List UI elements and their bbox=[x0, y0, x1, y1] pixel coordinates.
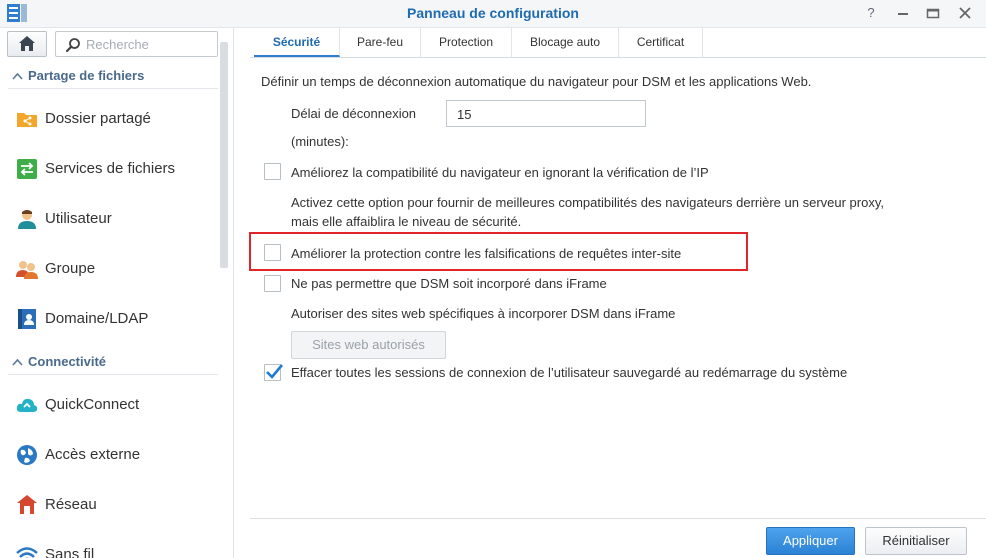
timeout-input[interactable]: 15 bbox=[446, 100, 646, 127]
iframe-block-checkbox[interactable] bbox=[264, 275, 281, 292]
group-icon bbox=[16, 261, 38, 279]
sidebar-item-label: Domaine/LDAP bbox=[45, 310, 149, 327]
minimize-icon[interactable] bbox=[893, 3, 913, 23]
sidebar: Recherche Partage de fichiers Dossier pa… bbox=[0, 28, 234, 558]
sidebar-item-file-services[interactable]: Services de fichiers bbox=[0, 149, 220, 189]
allowed-sites-button[interactable]: Sites web autorisés bbox=[291, 331, 446, 359]
window-title: Panneau de configuration bbox=[407, 5, 579, 21]
title-bar: Panneau de configuration ? bbox=[0, 0, 986, 28]
sidebar-item-wireless[interactable]: Sans fil bbox=[0, 535, 220, 558]
home-icon bbox=[19, 36, 35, 51]
tab-securite[interactable]: Sécurité bbox=[254, 28, 340, 57]
sidebar-item-label: Utilisateur bbox=[45, 210, 112, 227]
maximize-icon[interactable] bbox=[923, 3, 943, 23]
clear-sessions-checkbox[interactable] bbox=[264, 364, 283, 381]
section-label: Partage de fichiers bbox=[28, 68, 145, 83]
sidebar-item-group[interactable]: Groupe bbox=[0, 249, 220, 289]
shared-folder-icon bbox=[17, 113, 37, 127]
ip-compat-note-line2: mais elle affaiblira le niveau de sécuri… bbox=[291, 214, 522, 229]
help-icon[interactable]: ? bbox=[861, 3, 881, 23]
search-input[interactable]: Recherche bbox=[55, 31, 218, 57]
checkmark-icon bbox=[266, 364, 283, 379]
file-services-icon bbox=[17, 159, 37, 179]
chevron-up-icon bbox=[12, 354, 28, 369]
section-connectivity[interactable]: Connectivité bbox=[12, 354, 106, 369]
sidebar-item-label: Sans fil bbox=[45, 546, 95, 558]
sidebar-item-quickconnect[interactable]: QuickConnect bbox=[0, 385, 220, 425]
sidebar-item-label: Groupe bbox=[45, 260, 96, 277]
wireless-icon bbox=[16, 547, 38, 558]
sidebar-item-label: QuickConnect bbox=[45, 396, 140, 413]
external-access-icon bbox=[17, 445, 37, 465]
reset-button[interactable]: Réinitialiser bbox=[865, 527, 967, 555]
divider bbox=[8, 88, 218, 89]
sidebar-item-external-access[interactable]: Accès externe bbox=[0, 435, 220, 475]
ip-compat-note-line1: Activez cette option pour fournir de mei… bbox=[291, 195, 884, 210]
sidebar-item-domain-ldap[interactable]: Domaine/LDAP bbox=[0, 299, 220, 339]
ip-compat-checkbox[interactable] bbox=[264, 163, 281, 180]
footer-divider bbox=[250, 518, 986, 519]
iframe-allow-note: Autoriser des sites web spécifiques à in… bbox=[291, 306, 676, 321]
sidebar-item-label: Réseau bbox=[45, 496, 97, 513]
user-icon bbox=[18, 210, 36, 229]
search-icon bbox=[65, 38, 80, 53]
tab-protection[interactable]: Protection bbox=[421, 28, 512, 57]
tab-certificat[interactable]: Certificat bbox=[619, 28, 703, 57]
tab-blocage-auto[interactable]: Blocage auto bbox=[512, 28, 619, 57]
csrf-protection-label[interactable]: Améliorer la protection contre les falsi… bbox=[291, 246, 681, 261]
apply-button[interactable]: Appliquer bbox=[766, 527, 855, 555]
iframe-block-label[interactable]: Ne pas permettre que DSM soit incorporé … bbox=[291, 276, 607, 291]
clear-sessions-label[interactable]: Effacer toutes les sessions de connexion… bbox=[291, 365, 847, 380]
timeout-intro-text: Définir un temps de déconnexion automati… bbox=[261, 74, 812, 89]
sidebar-item-label: Accès externe bbox=[45, 446, 141, 463]
close-icon[interactable] bbox=[955, 3, 975, 23]
sidebar-item-label: Services de fichiers bbox=[45, 160, 176, 177]
sidebar-scrollbar[interactable] bbox=[220, 42, 228, 268]
tab-pare-feu[interactable]: Pare-feu bbox=[340, 28, 421, 57]
timeout-input-value: 15 bbox=[457, 107, 472, 122]
search-placeholder: Recherche bbox=[86, 37, 149, 52]
tab-bar: Sécurité Pare-feu Protection Blocage aut… bbox=[250, 28, 986, 58]
sidebar-item-label: Dossier partagé bbox=[45, 110, 151, 127]
csrf-protection-checkbox[interactable] bbox=[264, 244, 281, 261]
timeout-label: Délai de déconnexion bbox=[291, 106, 417, 121]
divider bbox=[8, 374, 218, 375]
section-file-sharing[interactable]: Partage de fichiers bbox=[12, 68, 144, 83]
timeout-unit-label: (minutes): bbox=[291, 134, 349, 149]
network-icon bbox=[17, 495, 37, 514]
quickconnect-icon bbox=[16, 398, 38, 412]
domain-ldap-icon bbox=[18, 309, 36, 329]
chevron-up-icon bbox=[12, 68, 28, 83]
sidebar-item-user[interactable]: Utilisateur bbox=[0, 199, 220, 239]
ip-compat-label[interactable]: Améliorez la compatibilité du navigateur… bbox=[291, 165, 709, 180]
sidebar-item-network[interactable]: Réseau bbox=[0, 485, 220, 525]
sidebar-item-shared-folder[interactable]: Dossier partagé bbox=[0, 99, 220, 139]
home-button[interactable] bbox=[7, 31, 47, 57]
section-label: Connectivité bbox=[28, 354, 107, 369]
